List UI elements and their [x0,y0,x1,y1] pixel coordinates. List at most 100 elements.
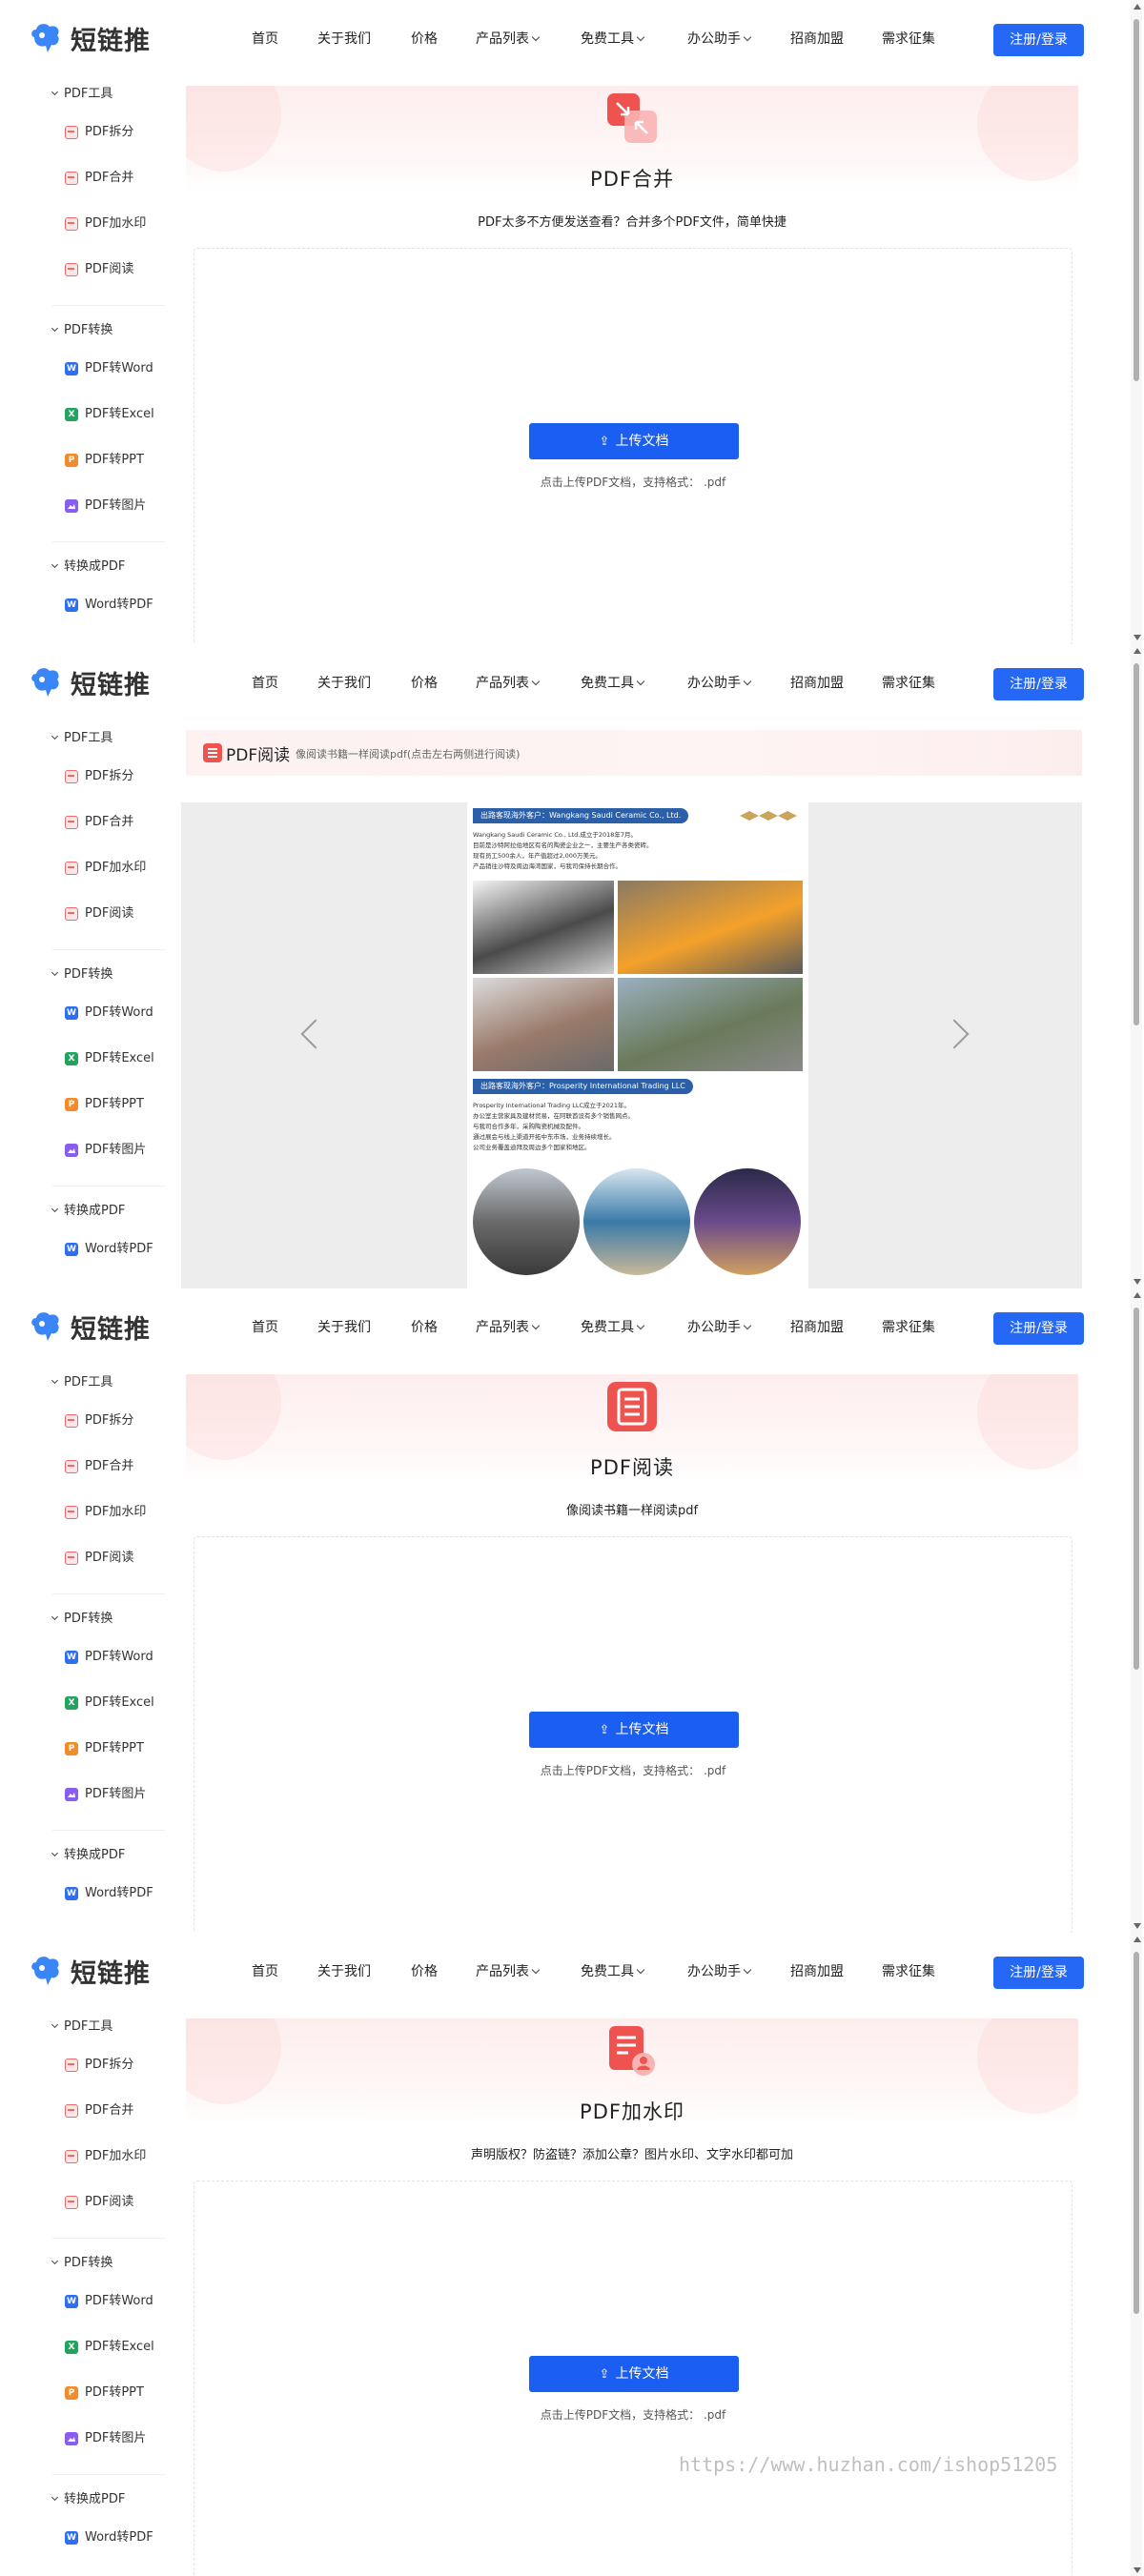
nav-franchise[interactable]: 招商加盟 [790,1957,844,1986]
login-register-button[interactable]: 注册/登录 [993,1957,1084,1989]
sidebar-section-title[interactable]: 转换成PDF [51,1845,125,1866]
nav-pricing[interactable]: 价格 [411,1313,438,1342]
nav-home[interactable]: 首页 [252,1957,278,1986]
sidebar-item-word-to-pdf[interactable]: W Word转PDF [65,2527,153,2548]
sidebar-item-pdf-to-word[interactable]: W PDF转Word [65,2291,153,2312]
sidebar-item-pdf-to-image[interactable]: PDF转图片 [65,2428,146,2449]
sidebar-section-title[interactable]: PDF工具 [51,84,112,105]
sidebar-item-pdf-to-word[interactable]: W PDF转Word [65,1647,153,1668]
sidebar-item-pdf-merge[interactable]: PDF合并 [65,1456,133,1477]
scroll-up-icon[interactable] [1134,4,1141,10]
login-register-button[interactable]: 注册/登录 [993,668,1084,700]
nav-products[interactable]: 产品列表 [476,1313,541,1342]
vertical-scrollbar[interactable] [1131,644,1142,1288]
sidebar-item-pdf-watermark[interactable]: PDF加水印 [65,2146,146,2167]
nav-pricing[interactable]: 价格 [411,1957,438,1986]
sidebar-section-title[interactable]: PDF工具 [51,728,112,749]
sidebar-item-pdf-split[interactable]: PDF拆分 [65,122,133,143]
nav-products[interactable]: 产品列表 [476,669,541,698]
site-logo[interactable]: 短链推 [29,1954,151,1989]
scroll-up-icon[interactable] [1134,1292,1141,1298]
sidebar-item-word-to-pdf[interactable]: W Word转PDF [65,595,153,616]
sidebar-section-title[interactable]: 转换成PDF [51,557,125,578]
upload-dropzone[interactable]: ⇪ 上传文档 点击上传PDF文档，支持格式： .pdf [194,1536,1072,1933]
sidebar-item-pdf-to-word[interactable]: W PDF转Word [65,1003,153,1024]
sidebar-item-pdf-to-word[interactable]: W PDF转Word [65,358,153,379]
nav-requests[interactable]: 需求征集 [882,1957,935,1986]
nav-office-assistant[interactable]: 办公助手 [687,1313,752,1342]
sidebar-item-pdf-split[interactable]: PDF拆分 [65,766,133,787]
nav-free-tools[interactable]: 免费工具 [581,25,645,53]
nav-free-tools[interactable]: 免费工具 [581,669,645,698]
nav-home[interactable]: 首页 [252,669,278,698]
sidebar-item-pdf-to-image[interactable]: PDF转图片 [65,1140,146,1161]
sidebar-section-title[interactable]: PDF转换 [51,964,112,985]
scrollbar-thumb[interactable] [1134,1952,1139,2314]
sidebar-item-pdf-reader[interactable]: PDF阅读 [65,903,133,924]
sidebar-item-pdf-split[interactable]: PDF拆分 [65,1410,133,1431]
scroll-down-icon[interactable] [1134,1279,1141,1285]
scroll-up-icon[interactable] [1134,1937,1141,1942]
nav-franchise[interactable]: 招商加盟 [790,25,844,53]
sidebar-item-pdf-to-ppt[interactable]: P PDF转PPT [65,450,144,471]
upload-document-button[interactable]: ⇪ 上传文档 [529,1712,739,1748]
pdf-reader-viewport[interactable]: 出路客现海外客户：Wangkang Saudi Ceramic Co., Ltd… [181,802,1082,1288]
sidebar-item-pdf-to-ppt[interactable]: P PDF转PPT [65,1738,144,1759]
nav-home[interactable]: 首页 [252,25,278,53]
nav-about[interactable]: 关于我们 [317,669,371,698]
upload-document-button[interactable]: ⇪ 上传文档 [529,2356,739,2392]
sidebar-item-word-to-pdf[interactable]: W Word转PDF [65,1239,153,1260]
nav-home[interactable]: 首页 [252,1313,278,1342]
sidebar-item-pdf-to-excel[interactable]: X PDF转Excel [65,2337,154,2358]
nav-products[interactable]: 产品列表 [476,1957,541,1986]
sidebar-section-title[interactable]: PDF工具 [51,2017,112,2038]
scroll-down-icon[interactable] [1134,2567,1141,2573]
nav-about[interactable]: 关于我们 [317,1957,371,1986]
login-register-button[interactable]: 注册/登录 [993,1312,1084,1345]
sidebar-item-pdf-to-excel[interactable]: X PDF转Excel [65,1048,154,1069]
nav-pricing[interactable]: 价格 [411,25,438,53]
sidebar-item-pdf-reader[interactable]: PDF阅读 [65,1548,133,1569]
nav-free-tools[interactable]: 免费工具 [581,1313,645,1342]
nav-requests[interactable]: 需求征集 [882,669,935,698]
sidebar-item-pdf-split[interactable]: PDF拆分 [65,2055,133,2076]
nav-requests[interactable]: 需求征集 [882,1313,935,1342]
upload-dropzone[interactable]: ⇪ 上传文档 点击上传PDF文档，支持格式： .pdf [194,2180,1072,2576]
sidebar-section-title[interactable]: 转换成PDF [51,1201,125,1222]
nav-franchise[interactable]: 招商加盟 [790,669,844,698]
sidebar-item-word-to-pdf[interactable]: W Word转PDF [65,1883,153,1904]
vertical-scrollbar[interactable] [1131,0,1142,644]
site-logo[interactable]: 短链推 [29,665,151,700]
nav-office-assistant[interactable]: 办公助手 [687,669,752,698]
scroll-down-icon[interactable] [1134,635,1141,640]
scrollbar-thumb[interactable] [1134,663,1139,1025]
sidebar-item-pdf-reader[interactable]: PDF阅读 [65,259,133,280]
previous-page-arrow-icon[interactable] [300,1019,331,1049]
sidebar-item-pdf-merge[interactable]: PDF合并 [65,168,133,189]
sidebar-item-pdf-to-image[interactable]: PDF转图片 [65,496,146,517]
nav-pricing[interactable]: 价格 [411,669,438,698]
sidebar-item-pdf-to-excel[interactable]: X PDF转Excel [65,404,154,425]
nav-office-assistant[interactable]: 办公助手 [687,1957,752,1986]
sidebar-item-pdf-to-ppt[interactable]: P PDF转PPT [65,1094,144,1115]
site-logo[interactable]: 短链推 [29,21,151,56]
sidebar-section-title[interactable]: 转换成PDF [51,2489,125,2510]
sidebar-section-title[interactable]: PDF转换 [51,2253,112,2274]
sidebar-item-pdf-watermark[interactable]: PDF加水印 [65,213,146,234]
vertical-scrollbar[interactable] [1131,1288,1142,1933]
sidebar-section-title[interactable]: PDF转换 [51,1609,112,1630]
sidebar-item-pdf-to-excel[interactable]: X PDF转Excel [65,1693,154,1714]
next-page-arrow-icon[interactable] [939,1019,970,1049]
sidebar-section-title[interactable]: PDF工具 [51,1372,112,1393]
nav-free-tools[interactable]: 免费工具 [581,1957,645,1986]
scrollbar-thumb[interactable] [1134,19,1139,381]
upload-document-button[interactable]: ⇪ 上传文档 [529,423,739,459]
vertical-scrollbar[interactable] [1131,1933,1142,2576]
login-register-button[interactable]: 注册/登录 [993,24,1084,56]
site-logo[interactable]: 短链推 [29,1309,151,1345]
sidebar-item-pdf-merge[interactable]: PDF合并 [65,812,133,833]
nav-products[interactable]: 产品列表 [476,25,541,53]
nav-requests[interactable]: 需求征集 [882,25,935,53]
upload-dropzone[interactable]: ⇪ 上传文档 点击上传PDF文档，支持格式： .pdf [194,248,1072,644]
sidebar-item-pdf-watermark[interactable]: PDF加水印 [65,858,146,879]
